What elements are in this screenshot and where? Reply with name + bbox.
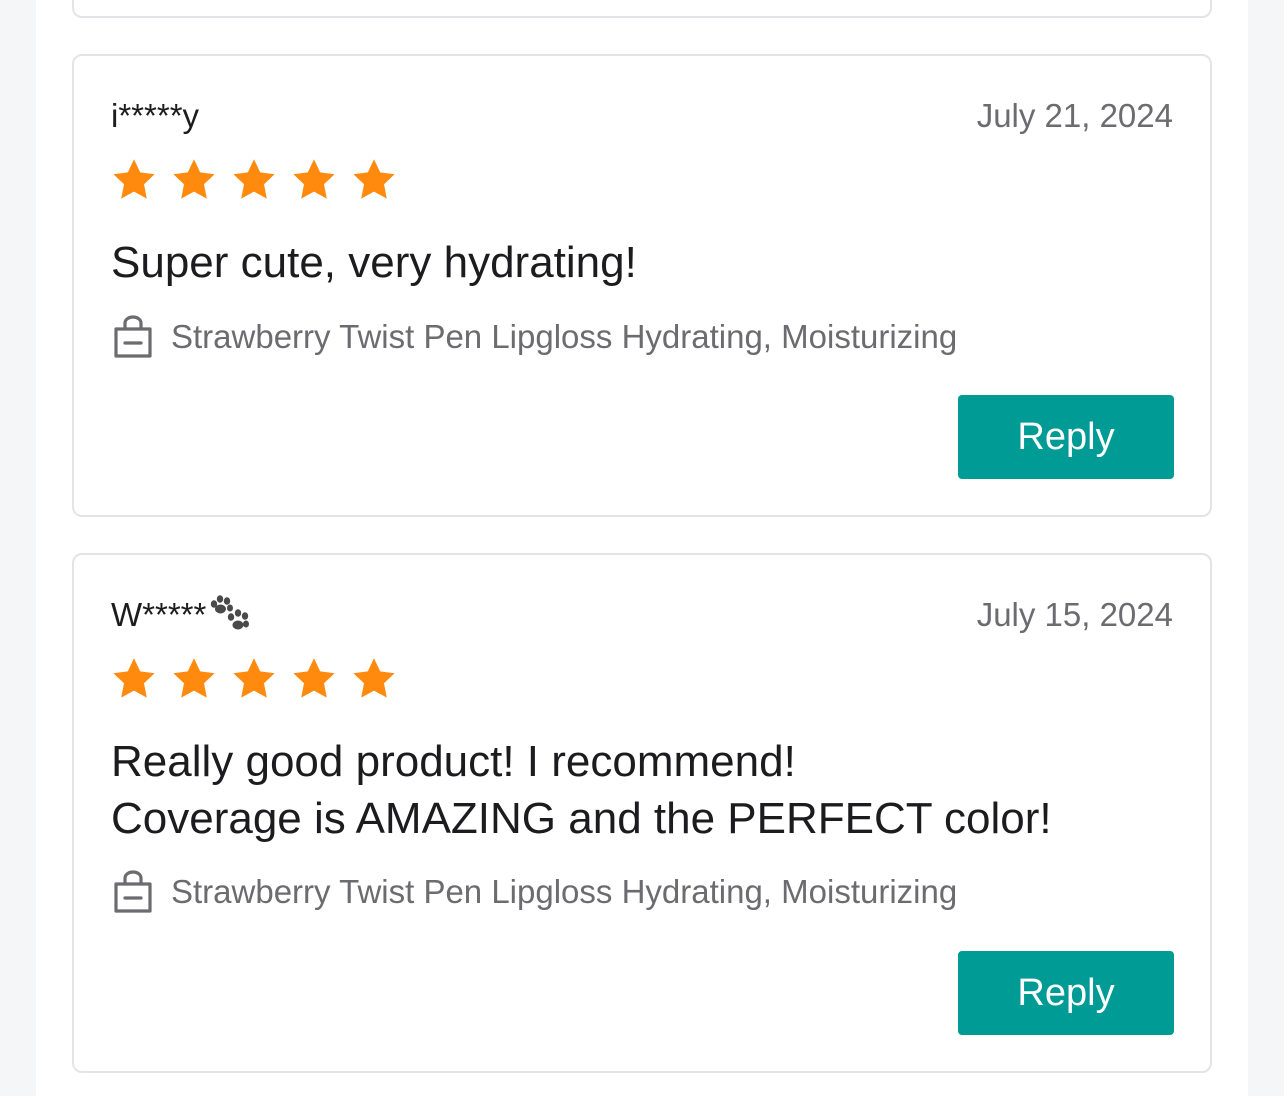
product-link[interactable]: Strawberry Twist Pen Lipgloss Hydrating,…: [112, 314, 957, 360]
star-icon: [113, 658, 155, 698]
star-rating: [110, 156, 398, 204]
reviewer-name-text: W*****: [111, 596, 207, 633]
star-icon: [113, 159, 155, 199]
reviewer-name-text: i*****y: [111, 97, 200, 134]
shopping-bag-icon: [114, 315, 152, 358]
reviewer-name: i*****y: [111, 96, 199, 136]
star-icon: [233, 658, 275, 698]
shopping-bag-icon: [114, 870, 152, 913]
review-date: July 15, 2024: [976, 596, 1173, 633]
reply-button[interactable]: Reply: [958, 951, 1174, 1035]
reviews-list: i*****y July 21, 2024 Super cute, very h…: [36, 0, 1248, 1096]
product-name: Strawberry Twist Pen Lipgloss Hydrating,…: [171, 873, 958, 910]
product-name: Strawberry Twist Pen Lipgloss Hydrating,…: [171, 318, 958, 355]
star-icon: [173, 658, 215, 698]
star-rating: [110, 655, 398, 703]
review-text: Really good product! I recommend! Covera…: [111, 733, 1052, 847]
paw-icon: [211, 595, 250, 630]
reply-button[interactable]: Reply: [958, 395, 1174, 479]
star-icon: [353, 658, 395, 698]
star-icon: [293, 658, 335, 698]
review-text-line: Coverage is AMAZING and the PERFECT colo…: [111, 794, 1052, 843]
review-card: i*****y July 21, 2024 Super cute, very h…: [72, 54, 1212, 517]
product-link[interactable]: Strawberry Twist Pen Lipgloss Hydrating,…: [112, 869, 957, 915]
star-icon: [173, 159, 215, 199]
review-text-line: Super cute, very hydrating!: [111, 238, 637, 287]
review-card-previous: [72, 0, 1212, 18]
star-icon: [233, 159, 275, 199]
review-text-line: Really good product! I recommend!: [111, 737, 796, 786]
star-icon: [353, 159, 395, 199]
review-date: July 21, 2024: [976, 97, 1173, 134]
review-text: Super cute, very hydrating!: [111, 234, 637, 291]
star-icon: [293, 159, 335, 199]
reviewer-name: W*****: [111, 595, 251, 635]
review-card: W***** July 15, 2024 Really good product…: [72, 553, 1212, 1073]
